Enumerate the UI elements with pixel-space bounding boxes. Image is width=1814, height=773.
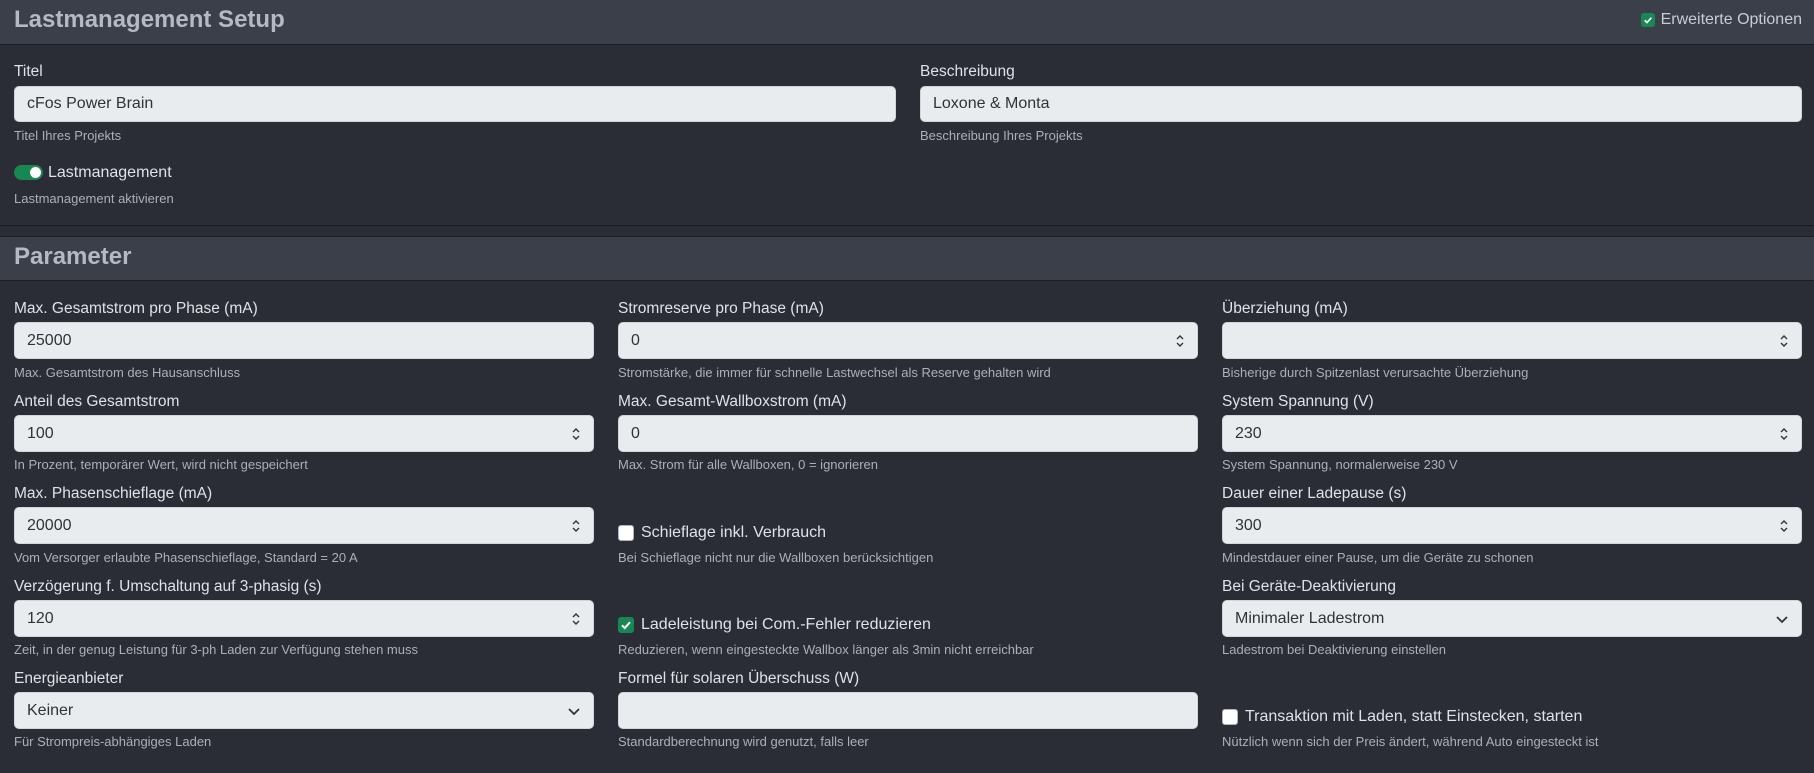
comfehler-checkbox[interactable]	[618, 617, 634, 633]
max-gesamtstrom-help: Max. Gesamtstrom des Hausanschluss	[14, 365, 241, 380]
spinner-arrows-icon[interactable]	[571, 518, 581, 534]
max-wallboxstrom-label: Max. Gesamt-Wallboxstrom (mA)	[618, 393, 847, 410]
formel-label: Formel für solaren Überschuss (W)	[618, 670, 860, 687]
max-wallboxstrom-value: 0	[631, 424, 640, 442]
stromreserve-help: Stromstärke, die immer für schnelle Last…	[618, 365, 1051, 380]
spannung-input[interactable]: 230	[1222, 415, 1802, 452]
verzoegerung-label: Verzögerung f. Umschaltung auf 3-phasig …	[14, 578, 322, 595]
beschreibung-value: Loxone & Monta	[933, 95, 1050, 112]
phasenschieflage-input[interactable]: 20000	[14, 507, 594, 544]
spinner-arrows-icon[interactable]	[1779, 518, 1789, 534]
max-gesamtstrom-label: Max. Gesamtstrom pro Phase (mA)	[14, 300, 258, 317]
comfehler-help: Reduzieren, wenn eingesteckte Wallbox lä…	[618, 642, 1034, 657]
anteil-help: In Prozent, temporärer Wert, wird nicht …	[14, 457, 308, 472]
lastmanagement-help: Lastmanagement aktivieren	[14, 191, 174, 206]
checkmark-icon	[1643, 17, 1652, 24]
ladepause-value: 300	[1235, 516, 1262, 534]
energieanbieter-value: Keiner	[27, 701, 74, 719]
anteil-input[interactable]: 100	[14, 415, 594, 452]
spannung-label: System Spannung (V)	[1222, 393, 1374, 410]
deaktivierung-help: Ladestrom bei Deaktivierung einstellen	[1222, 642, 1447, 657]
beschreibung-label: Beschreibung	[920, 63, 1015, 80]
parameter-header: Parameter	[0, 236, 1814, 281]
checkmark-icon	[621, 621, 631, 630]
advanced-options-toggle[interactable]: Erweiterte Optionen	[1640, 11, 1802, 29]
transaktion-help: Nützlich wenn sich der Preis ändert, wäh…	[1222, 734, 1599, 749]
ueberziehung-label: Überziehung (mA)	[1222, 300, 1348, 317]
transaktion-checkbox[interactable]	[1222, 709, 1238, 725]
switch-knob	[30, 167, 41, 178]
phasenschieflage-help: Vom Versorger erlaubte Phasenschieflage,…	[14, 550, 358, 565]
schieflage-checkbox-row[interactable]: Schieflage inkl. Verbrauch	[618, 524, 826, 542]
verzoegerung-input[interactable]: 120	[14, 600, 594, 637]
stromreserve-input[interactable]: 0	[618, 322, 1198, 359]
titel-help: Titel Ihres Projekts	[14, 128, 122, 143]
formel-input[interactable]	[618, 692, 1198, 729]
titel-label: Titel	[14, 63, 43, 80]
anteil-label: Anteil des Gesamtstrom	[14, 393, 180, 410]
schieflage-help: Bei Schieflage nicht nur die Wallboxen b…	[618, 550, 934, 565]
beschreibung-help: Beschreibung Ihres Projekts	[920, 128, 1083, 143]
ladepause-help: Mindestdauer einer Pause, um die Geräte …	[1222, 550, 1534, 565]
spinner-arrows-icon[interactable]	[571, 611, 581, 627]
deaktivierung-label: Bei Geräte-Deaktivierung	[1222, 578, 1397, 595]
lastmanagement-label: Lastmanagement	[48, 164, 172, 181]
energieanbieter-select[interactable]: Keiner	[14, 692, 594, 729]
titel-input[interactable]: cFos Power Brain	[14, 86, 896, 122]
transaktion-checkbox-label: Transaktion mit Laden, statt Einstecken,…	[1245, 708, 1583, 725]
spinner-arrows-icon[interactable]	[1175, 333, 1185, 349]
comfehler-checkbox-row[interactable]: Ladeleistung bei Com.-Fehler reduzieren	[618, 616, 931, 634]
advanced-options-checkbox[interactable]	[1640, 13, 1655, 27]
ueberziehung-input[interactable]	[1222, 322, 1802, 359]
verzoegerung-value: 120	[27, 609, 54, 627]
advanced-options-label: Erweiterte Optionen	[1660, 11, 1802, 28]
setup-header: Lastmanagement Setup Erweiterte Optionen	[0, 0, 1814, 45]
energieanbieter-label: Energieanbieter	[14, 670, 124, 687]
spannung-help: System Spannung, normalerweise 230 V	[1222, 457, 1458, 472]
lastmanagement-switch[interactable]	[14, 165, 43, 180]
ladepause-input[interactable]: 300	[1222, 507, 1802, 544]
comfehler-checkbox-label: Ladeleistung bei Com.-Fehler reduzieren	[641, 616, 931, 633]
formel-help: Standardberechnung wird genutzt, falls l…	[618, 734, 869, 749]
page-title: Lastmanagement Setup	[14, 6, 285, 33]
max-gesamtstrom-input[interactable]: 25000	[14, 322, 594, 359]
spannung-value: 230	[1235, 424, 1262, 442]
schieflage-checkbox-label: Schieflage inkl. Verbrauch	[641, 524, 826, 541]
spinner-arrows-icon[interactable]	[1779, 426, 1789, 442]
titel-value: cFos Power Brain	[27, 95, 154, 112]
deaktivierung-value: Minimaler Ladestrom	[1235, 609, 1385, 627]
phasenschieflage-label: Max. Phasenschieflage (mA)	[14, 485, 213, 502]
schieflage-checkbox[interactable]	[618, 525, 634, 541]
max-wallboxstrom-help: Max. Strom für alle Wallboxen, 0 = ignor…	[618, 457, 878, 472]
ueberziehung-help: Bisherige durch Spitzenlast verursachte …	[1222, 365, 1529, 380]
chevron-down-icon	[568, 707, 580, 715]
stromreserve-label: Stromreserve pro Phase (mA)	[618, 300, 824, 317]
spinner-arrows-icon[interactable]	[1779, 333, 1789, 349]
ladepause-label: Dauer einer Ladepause (s)	[1222, 485, 1407, 502]
deaktivierung-select[interactable]: Minimaler Ladestrom	[1222, 600, 1802, 637]
parameter-title: Parameter	[14, 243, 132, 270]
max-gesamtstrom-value: 25000	[27, 331, 72, 349]
max-wallboxstrom-input[interactable]: 0	[618, 415, 1198, 452]
section-divider	[0, 225, 1814, 236]
anteil-value: 100	[27, 424, 54, 442]
transaktion-checkbox-row[interactable]: Transaktion mit Laden, statt Einstecken,…	[1222, 708, 1582, 726]
chevron-down-icon	[1776, 615, 1788, 623]
verzoegerung-help: Zeit, in der genug Leistung für 3-ph Lad…	[14, 642, 418, 657]
spinner-arrows-icon[interactable]	[571, 426, 581, 442]
phasenschieflage-value: 20000	[27, 516, 72, 534]
beschreibung-input[interactable]: Loxone & Monta	[920, 86, 1802, 122]
stromreserve-value: 0	[631, 331, 640, 349]
energieanbieter-help: Für Strompreis-abhängiges Laden	[14, 734, 212, 749]
